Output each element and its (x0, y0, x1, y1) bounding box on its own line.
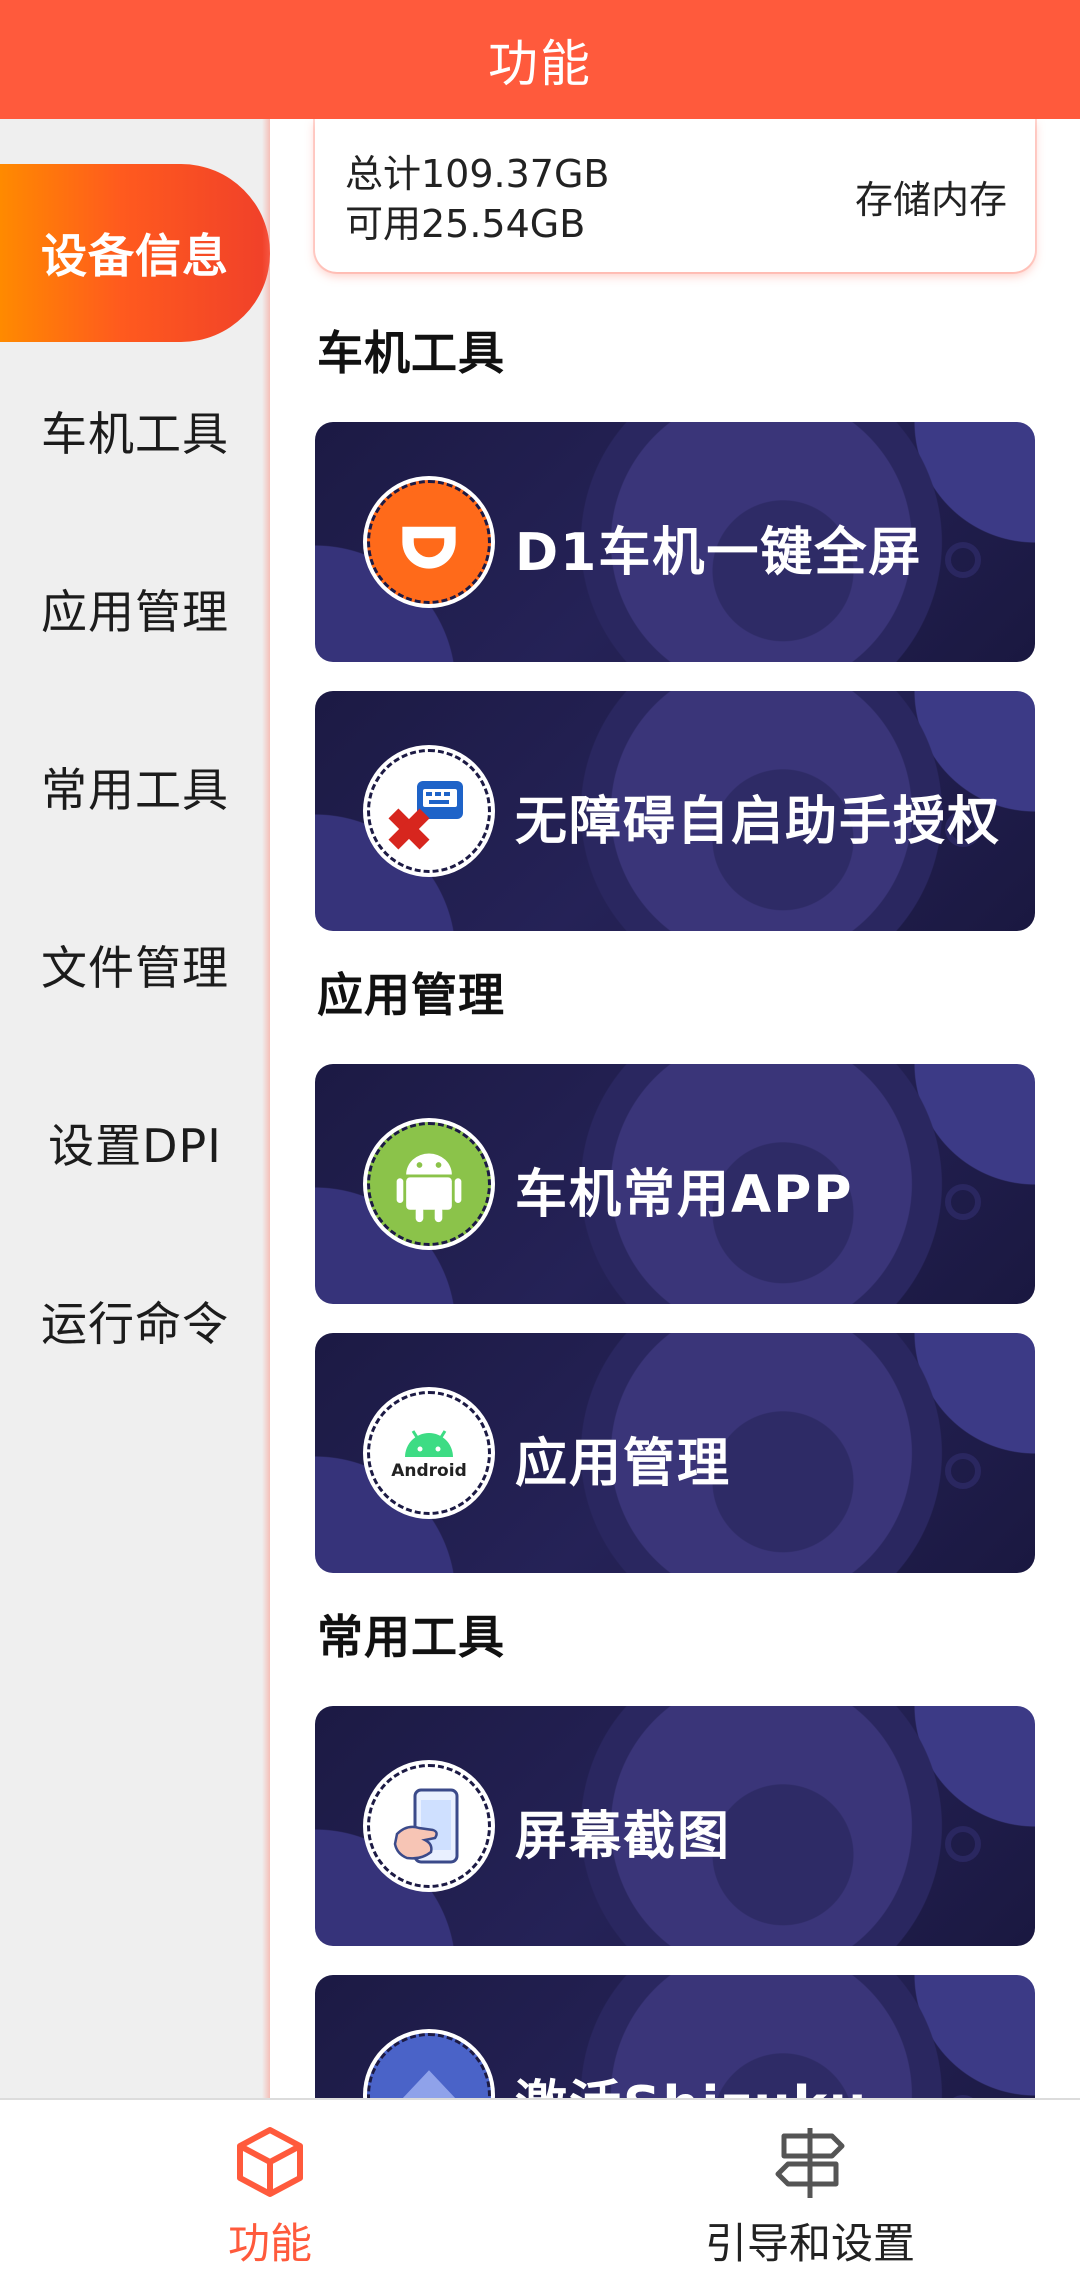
tool-label: 车机常用APP (515, 1165, 854, 1225)
section-title-common-tools: 常用工具 (317, 1610, 505, 1664)
sidebar-item-label: 车机工具 (41, 407, 229, 461)
sidebar-item-app-management[interactable]: 应用管理 (0, 520, 270, 698)
tool-card-app-management[interactable]: Android 应用管理 (315, 1333, 1035, 1573)
android-logo-icon: Android (367, 1391, 491, 1515)
tool-label: D1车机一键全屏 (515, 523, 923, 583)
decor-ring (945, 1184, 981, 1220)
tool-card-shizuku[interactable]: 激活Shizuku (315, 1975, 1035, 2098)
sidebar-item-set-dpi[interactable]: 设置DPI (0, 1054, 270, 1232)
sidebar-item-label: 设置DPI (48, 1119, 222, 1173)
storage-total: 总计109.37GB (345, 152, 610, 196)
sidebar-item-car-tools[interactable]: 车机工具 (0, 342, 270, 520)
sidebar-item-label: 运行命令 (41, 1297, 229, 1351)
sidebar-item-common-tools[interactable]: 常用工具 (0, 698, 270, 876)
nav-tab-guide-settings[interactable]: 引导和设置 (540, 2100, 1080, 2277)
storage-available: 可用25.54GB (345, 202, 586, 246)
cube-icon (237, 2127, 303, 2197)
sidebar-item-label: 应用管理 (41, 585, 229, 639)
tool-label: 无障碍自启助手授权 (515, 792, 1002, 852)
signpost-icon (775, 2128, 845, 2198)
sidebar: 设备信息 车机工具 应用管理 常用工具 文件管理 设置DPI 运行命令 (0, 119, 270, 2098)
bottom-nav: 功能 引导和设置 (0, 2098, 1080, 2277)
decor-ring (945, 1826, 981, 1862)
section-title-car-tools: 车机工具 (317, 326, 505, 380)
tool-card-d1-fullscreen[interactable]: D1车机一键全屏 (315, 422, 1035, 662)
tool-label: 应用管理 (515, 1434, 732, 1494)
didi-icon (367, 480, 491, 604)
nav-label: 引导和设置 (705, 2219, 916, 2268)
app-header: 功能 (0, 0, 1080, 119)
decor-ring (945, 542, 981, 578)
tool-label: 激活Shizuku (515, 2063, 868, 2098)
tool-card-screenshot[interactable]: 屏幕截图 (315, 1706, 1035, 1946)
tool-card-common-apps[interactable]: 车机常用APP (315, 1064, 1035, 1304)
sidebar-item-file-management[interactable]: 文件管理 (0, 876, 270, 1054)
nav-label: 功能 (228, 2219, 313, 2268)
sidebar-item-device-info[interactable]: 设备信息 (0, 164, 270, 342)
sidebar-item-run-command[interactable]: 运行命令 (0, 1232, 270, 1410)
content-list[interactable]: 总计109.37GB 可用25.54GB 存储内存 车机工具 D1车机一键全屏 (270, 119, 1080, 2098)
screenshot-hand-icon (367, 1764, 491, 1888)
page-title: 功能 (488, 34, 592, 93)
sidebar-item-label: 文件管理 (41, 941, 229, 995)
section-title-app-management: 应用管理 (317, 968, 505, 1022)
android-logo-text: Android (391, 1461, 467, 1481)
sidebar-item-label: 设备信息 (41, 229, 229, 283)
android-robot-icon (367, 1122, 491, 1246)
storage-card: 总计109.37GB 可用25.54GB 存储内存 (315, 119, 1035, 272)
shizuku-icon (367, 2033, 491, 2098)
decor-ring (945, 1453, 981, 1489)
nav-tab-functions[interactable]: 功能 (0, 2100, 540, 2277)
storage-kind-label: 存储内存 (854, 178, 1007, 222)
tool-label: 屏幕截图 (515, 1807, 732, 1867)
tool-card-accessibility-auth[interactable]: 无障碍自启助手授权 (315, 691, 1035, 931)
sidebar-item-label: 常用工具 (41, 763, 229, 817)
accessibility-app-icon (367, 749, 491, 873)
